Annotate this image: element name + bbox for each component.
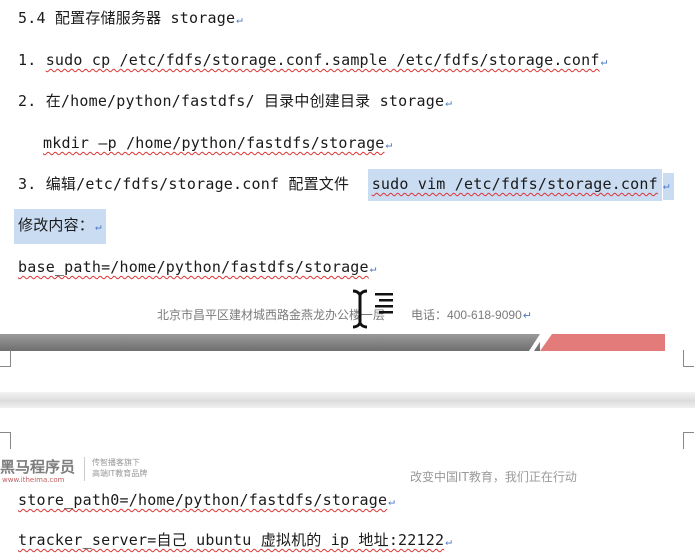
step-2-command: mkdir –p /home/python/fastdfs/storage [43,134,385,152]
step-3-number: 3. [18,175,37,193]
step-2-text: 在/home/python/fastdfs/ 目录中创建目录 storage [45,92,445,110]
page-corner-mark [683,350,694,367]
step-1-number: 1. [18,51,37,69]
brand-tagline-1: 传智播客旗下 [92,458,140,467]
store-path-value: store_path0=/home/python/fastdfs/storage [18,491,388,509]
section-heading-text: 5.4 配置存储服务器 storage [18,9,236,27]
brand-tagline-2: 高端IT教育品牌 [92,469,148,478]
paragraph-mark-icon: ↵ [388,495,396,508]
paragraph-mark-icon: ↵ [445,535,453,548]
paragraph-mark-icon: ↵ [95,220,102,233]
header-slogan: 改变中国IT教育，我们正在行动 [410,470,577,484]
store-path-line: store_path0=/home/python/fastdfs/storage… [18,490,395,512]
paragraph-mark-icon: ↵ [662,173,674,200]
step-3-text: 编辑/etc/fdfs/storage.conf 配置文件 [45,175,350,193]
brand-tagline: 传智播客旗下 高端IT教育品牌 [92,457,147,479]
section-heading: 5.4 配置存储服务器 storage↵ [18,8,243,30]
footer-band-gray [0,334,540,351]
paragraph-mark-icon: ↵ [445,96,453,109]
tracker-server-line: tracker_server=自己 ubuntu 虚拟机的 ip 地址:2212… [18,530,452,552]
page-corner-mark [683,432,694,449]
page-corner-mark [0,432,11,449]
step-1: 1. sudo cp /etc/fdfs/storage.conf.sample… [18,50,607,72]
brand-logo: 黑马程序员 [0,458,76,476]
base-path-line: base_path=/home/python/fastdfs/storage↵ [18,257,377,279]
paragraph-mark-icon: ↵ [600,55,608,68]
tracker-server-value: tracker_server=自己 ubuntu 虚拟机的 ip 地址:2212… [18,531,445,549]
paragraph-mark-icon: ↵ [369,262,377,275]
page-footer: 北京市昌平区建材城西路金燕龙办公楼一层 电话：400-618-9090↵ [157,306,532,323]
step-2: 2. 在/home/python/fastdfs/ 目录中创建目录 storag… [18,91,452,113]
text-cursor-icon [352,289,393,329]
step-3-command-selected[interactable]: sudo vim /etc/fdfs/storage.conf [367,169,662,201]
step-1-command: sudo cp /etc/fdfs/storage.conf.sample /e… [45,51,600,69]
paragraph-mark-icon: ↵ [522,310,532,322]
page-break-gap [0,392,695,408]
brand-logo-url: www.itheima.com [2,476,65,484]
step-2-command-line: mkdir –p /home/python/fastdfs/storage↵ [43,133,392,155]
step-2-number: 2. [18,92,37,110]
paragraph-mark-icon: ↵ [385,138,393,151]
modify-label-line: 修改内容：↵ [14,209,106,244]
page-corner-mark [0,350,11,367]
paragraph-mark-icon: ↵ [236,13,243,26]
logo-divider [84,457,85,481]
footer-phone: 电话：400-618-9090 [411,308,522,322]
modify-label: 修改内容： [18,216,95,234]
modify-label-selected[interactable]: 修改内容：↵ [14,209,106,244]
base-path-value: base_path=/home/python/fastdfs/storage [18,258,369,276]
step-3: 3. 编辑/etc/fdfs/storage.conf 配置文件 sudo vi… [18,169,674,201]
footer-band-red [540,334,665,351]
